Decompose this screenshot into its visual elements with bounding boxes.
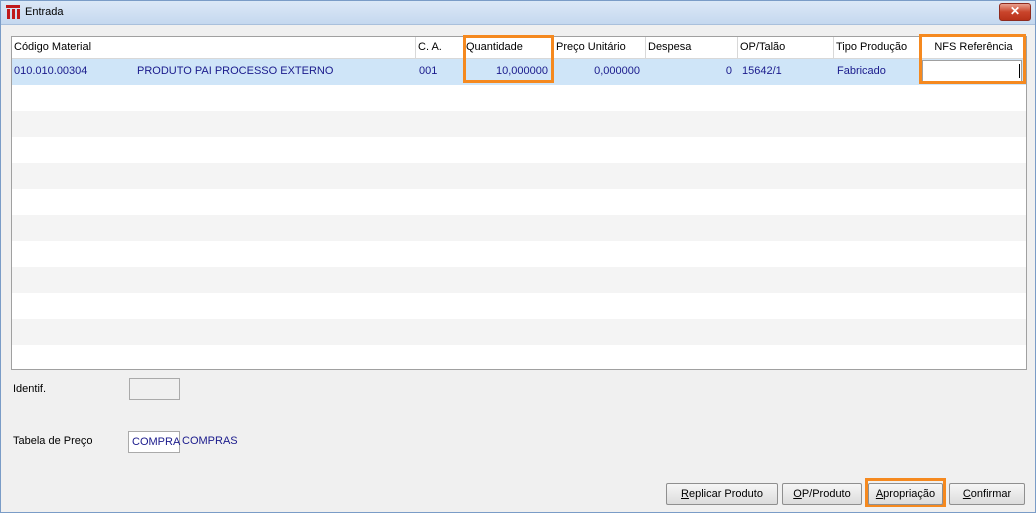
window-title: Entrada: [25, 6, 64, 18]
cell-codigo: 010.010.00304: [14, 65, 88, 77]
col-header-nfs-referencia[interactable]: NFS Referência: [922, 37, 1026, 58]
empty-row: [12, 319, 1026, 345]
close-button[interactable]: ✕: [999, 3, 1031, 21]
col-header-ca[interactable]: C. A.: [416, 37, 464, 58]
cell-ca: 001: [419, 65, 438, 77]
title-bar[interactable]: Entrada ✕: [1, 1, 1035, 25]
empty-row: [12, 345, 1026, 369]
cell-tipo-producao: Fabricado: [837, 65, 886, 77]
tabela-preco-label: Tabela de Preço: [13, 435, 93, 447]
nfs-referencia-input[interactable]: [922, 60, 1022, 82]
tabela-preco-description: COMPRAS: [182, 435, 238, 447]
table-row[interactable]: 010.010.00304 PRODUTO PAI PROCESSO EXTER…: [12, 59, 1026, 85]
confirmar-button[interactable]: Confirmar: [949, 483, 1025, 505]
tabela-preco-field[interactable]: COMPRA: [128, 431, 180, 453]
col-header-codigo-material[interactable]: Código Material: [12, 37, 416, 58]
empty-row: [12, 241, 1026, 267]
empty-row: [12, 85, 1026, 111]
col-header-despesa[interactable]: Despesa: [646, 37, 738, 58]
col-header-op-talao[interactable]: OP/Talão: [738, 37, 834, 58]
empty-row: [12, 163, 1026, 189]
empty-row: [12, 137, 1026, 163]
empty-row: [12, 293, 1026, 319]
cell-quantidade: 10,000000: [496, 65, 548, 77]
cell-preco: 0,000000: [594, 65, 640, 77]
entrada-window: Entrada ✕ Código Material C. A. Quantida…: [0, 0, 1036, 513]
empty-row: [12, 215, 1026, 241]
col-header-quantidade[interactable]: Quantidade: [464, 37, 554, 58]
empty-row: [12, 111, 1026, 137]
cell-despesa: 0: [725, 65, 732, 77]
identif-field[interactable]: [129, 378, 180, 400]
items-grid[interactable]: Código Material C. A. Quantidade Preço U…: [11, 36, 1027, 370]
col-header-tipo-producao[interactable]: Tipo Produção: [834, 37, 922, 58]
apropriacao-button[interactable]: Apropriação: [868, 483, 943, 505]
identif-label: Identif.: [13, 383, 47, 395]
col-header-preco-unitario[interactable]: Preço Unitário: [554, 37, 646, 58]
replicar-produto-button[interactable]: Replicar Produto: [666, 483, 778, 505]
close-icon: ✕: [1009, 4, 1021, 18]
grid-header: Código Material C. A. Quantidade Preço U…: [12, 37, 1026, 59]
text-caret: [1019, 64, 1020, 78]
cell-descricao: PRODUTO PAI PROCESSO EXTERNO: [137, 65, 334, 77]
cell-op-talao: 15642/1: [742, 65, 782, 77]
empty-row: [12, 189, 1026, 215]
op-produto-button[interactable]: OP/Produto: [782, 483, 862, 505]
empty-row: [12, 267, 1026, 293]
app-logo-icon: [6, 5, 20, 19]
